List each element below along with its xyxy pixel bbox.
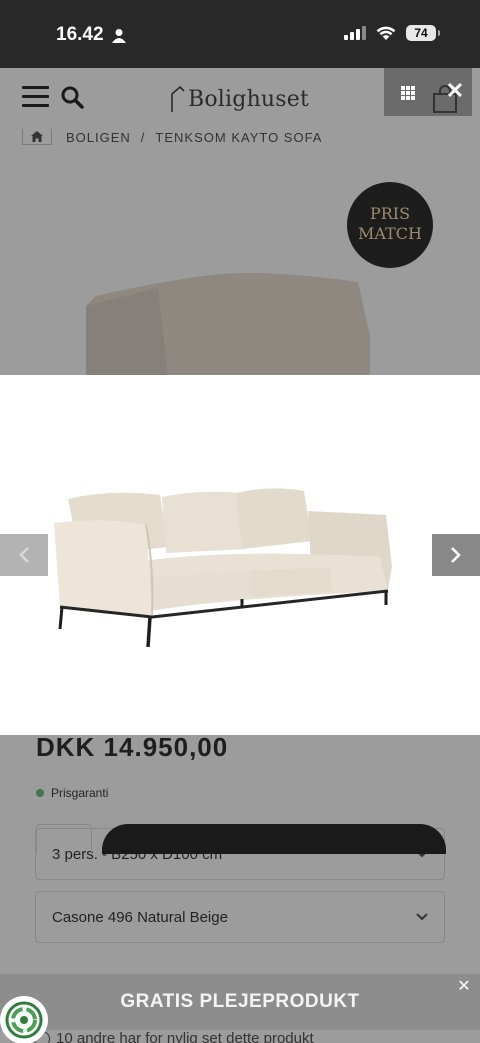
- price-match-badge: PRIS MATCH: [347, 182, 433, 268]
- breadcrumb: BOLIGEN / TENKSOM KAYTO SOFA: [22, 128, 322, 146]
- quantity-stepper[interactable]: [36, 824, 92, 854]
- product-price: DKK 14.950,00: [36, 732, 229, 762]
- breadcrumb-item[interactable]: TENKSOM KAYTO SOFA: [155, 130, 322, 145]
- chevron-right-icon: [451, 547, 461, 563]
- breadcrumb-item[interactable]: BOLIGEN: [66, 130, 131, 145]
- close-icon[interactable]: ✕: [456, 979, 472, 995]
- promo-text: GRATIS PLEJEPRODUKT: [120, 991, 360, 1012]
- site-logo[interactable]: Bolighuset: [170, 82, 309, 116]
- breadcrumb-separator: /: [140, 129, 146, 145]
- badge-line: PRIS: [369, 204, 411, 223]
- status-indicators: 74: [344, 25, 440, 41]
- promo-banner[interactable]: GRATIS PLEJEPRODUKT ✕: [0, 974, 480, 1030]
- color-select-value: Casone 496 Natural Beige: [52, 908, 228, 926]
- chevron-down-icon: [416, 913, 428, 921]
- house-logo-icon: [171, 85, 185, 112]
- recent-views-notice: 10 andre har for nylig set dette produkt: [34, 1030, 314, 1043]
- status-dot: [36, 789, 44, 797]
- battery-indicator: 74: [406, 25, 440, 41]
- recycle-logo-icon[interactable]: [0, 996, 48, 1043]
- price-guarantee-label: Prisgaranti: [51, 786, 109, 800]
- signal-icon: [344, 26, 366, 40]
- person-icon: [112, 29, 126, 43]
- wifi-icon: [376, 26, 396, 40]
- home-icon[interactable]: [22, 129, 52, 145]
- chevron-left-icon: [19, 547, 29, 563]
- close-icon[interactable]: ✕: [444, 80, 466, 102]
- product-image-background: [86, 272, 370, 378]
- status-bar: 16.42 74: [0, 0, 480, 68]
- add-to-cart-button[interactable]: [102, 824, 446, 854]
- image-lightbox: [0, 375, 480, 735]
- sofa-image[interactable]: [50, 487, 400, 657]
- recent-views-text: 10 andre har for nylig set dette produkt: [56, 1030, 314, 1043]
- color-select[interactable]: Casone 496 Natural Beige: [35, 891, 445, 943]
- menu-icon[interactable]: [22, 86, 49, 108]
- status-time: 16.42: [56, 24, 104, 45]
- search-icon[interactable]: [60, 85, 84, 109]
- logo-text: Bolighuset: [188, 86, 310, 112]
- next-image-button[interactable]: [432, 534, 480, 576]
- badge-line: MATCH: [358, 224, 422, 243]
- grid-view-icon[interactable]: [401, 86, 415, 100]
- previous-image-button[interactable]: [0, 534, 48, 576]
- price-guarantee: Prisgaranti: [36, 786, 108, 800]
